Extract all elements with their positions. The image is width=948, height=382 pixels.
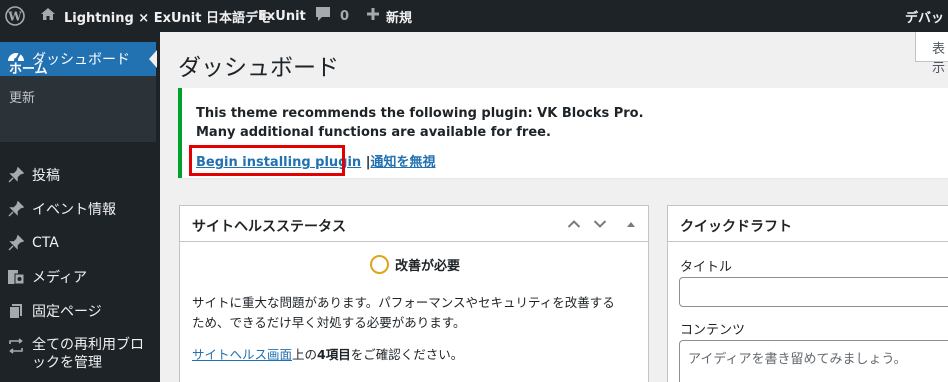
home-icon bbox=[40, 7, 56, 25]
pin-icon bbox=[6, 199, 26, 219]
sidebar-item-posts[interactable]: 投稿 bbox=[0, 158, 156, 192]
link-suffix-2: をご確認ください。 bbox=[350, 347, 464, 362]
widget-header: サイトヘルスステータス bbox=[180, 206, 648, 242]
site-home-link[interactable]: Lightning × ExUnit 日本語デモ bbox=[40, 0, 271, 32]
sidebar-item-media[interactable]: メディア bbox=[0, 260, 156, 294]
notice-line-2: Many additional functions are available … bbox=[196, 125, 551, 140]
svg-text:W: W bbox=[7, 10, 22, 24]
notice-line-1: This theme recommends the following plug… bbox=[196, 106, 644, 121]
widget-title: サイトヘルスステータス bbox=[192, 219, 346, 235]
new-label: 新規 bbox=[386, 10, 413, 26]
page-icon bbox=[6, 301, 26, 321]
status-ring-icon bbox=[370, 255, 389, 274]
sidebar-item-reusable-blocks[interactable]: 全ての再利用ブロックを管理 bbox=[0, 330, 156, 374]
admin-bar: W Lightning × ExUnit 日本語デモ ExUnit 0 新規 デ… bbox=[0, 0, 948, 32]
draft-content-textarea[interactable] bbox=[679, 340, 948, 382]
plus-icon bbox=[366, 7, 380, 25]
wordpress-logo-icon[interactable]: W bbox=[4, 0, 26, 32]
chevron-up-icon[interactable] bbox=[563, 213, 585, 235]
page-title: ダッシュボード bbox=[178, 55, 339, 81]
screen-options-button[interactable]: 表示 bbox=[915, 32, 948, 76]
highlight-box bbox=[189, 145, 345, 176]
sidebar-item-events[interactable]: イベント情報 bbox=[0, 192, 156, 226]
collapse-toggle-icon[interactable] bbox=[620, 213, 642, 235]
sidebar-item-label: イベント情報 bbox=[32, 202, 116, 218]
dismiss-notice-link[interactable]: 通知を無視 bbox=[370, 155, 435, 170]
reusable-icon bbox=[6, 336, 26, 356]
account-menu[interactable]: デバッ bbox=[905, 0, 944, 32]
media-icon bbox=[6, 267, 26, 287]
sidebar-item-cta[interactable]: CTA bbox=[0, 226, 156, 260]
health-description-line-1: サイトに重大な問題があります。パフォーマンスやセキュリティを改善する bbox=[192, 295, 615, 310]
dashboard-submenu bbox=[0, 76, 156, 142]
issue-count: 4項目 bbox=[317, 347, 351, 362]
site-health-widget: サイトヘルスステータス 改善が必要 サイトに重大な問題があります。パフォーマンス… bbox=[179, 205, 649, 382]
submenu-home[interactable]: ホーム bbox=[9, 58, 48, 77]
comments-link[interactable]: 0 bbox=[314, 0, 349, 32]
site-name: Lightning × ExUnit 日本語デモ bbox=[64, 10, 272, 26]
site-health-screen-link[interactable]: サイトヘルス画面 bbox=[192, 347, 292, 362]
widget-title: クイックドラフト bbox=[680, 219, 792, 235]
health-link-line: サイトヘルス画面上の4項目をご確認ください。 bbox=[192, 344, 463, 363]
chevron-down-icon[interactable] bbox=[589, 213, 611, 235]
link-suffix-1: 上の bbox=[292, 347, 318, 362]
draft-title-label: タイトル bbox=[680, 260, 733, 275]
sidebar-item-label: 固定ページ bbox=[32, 304, 102, 320]
draft-content-label: コンテンツ bbox=[680, 323, 746, 338]
pin-icon bbox=[6, 233, 26, 253]
status-text: 改善が必要 bbox=[395, 259, 461, 274]
submenu-updates[interactable]: 更新 bbox=[9, 87, 35, 106]
widget-header: クイックドラフト bbox=[668, 206, 948, 242]
health-description-line-2: ため、できるだけ早く対処する必要があります。 bbox=[192, 315, 466, 330]
exunit-menu[interactable]: ExUnit bbox=[258, 0, 306, 32]
sidebar-item-label: 全ての再利用ブロックを管理 bbox=[32, 337, 144, 371]
comments-count: 0 bbox=[340, 8, 350, 24]
pin-icon bbox=[6, 165, 26, 185]
sidebar-item-label: CTA bbox=[32, 235, 59, 251]
health-status: 改善が必要 bbox=[370, 255, 460, 274]
quick-draft-widget: クイックドラフト タイトル コンテンツ bbox=[667, 205, 948, 382]
new-content-menu[interactable]: 新規 bbox=[366, 0, 412, 32]
draft-title-input[interactable] bbox=[679, 277, 948, 307]
sidebar-item-label: メディア bbox=[32, 270, 88, 286]
sidebar-item-label: 投稿 bbox=[32, 168, 60, 184]
comment-icon bbox=[314, 6, 332, 26]
sidebar-item-pages[interactable]: 固定ページ bbox=[0, 294, 156, 328]
